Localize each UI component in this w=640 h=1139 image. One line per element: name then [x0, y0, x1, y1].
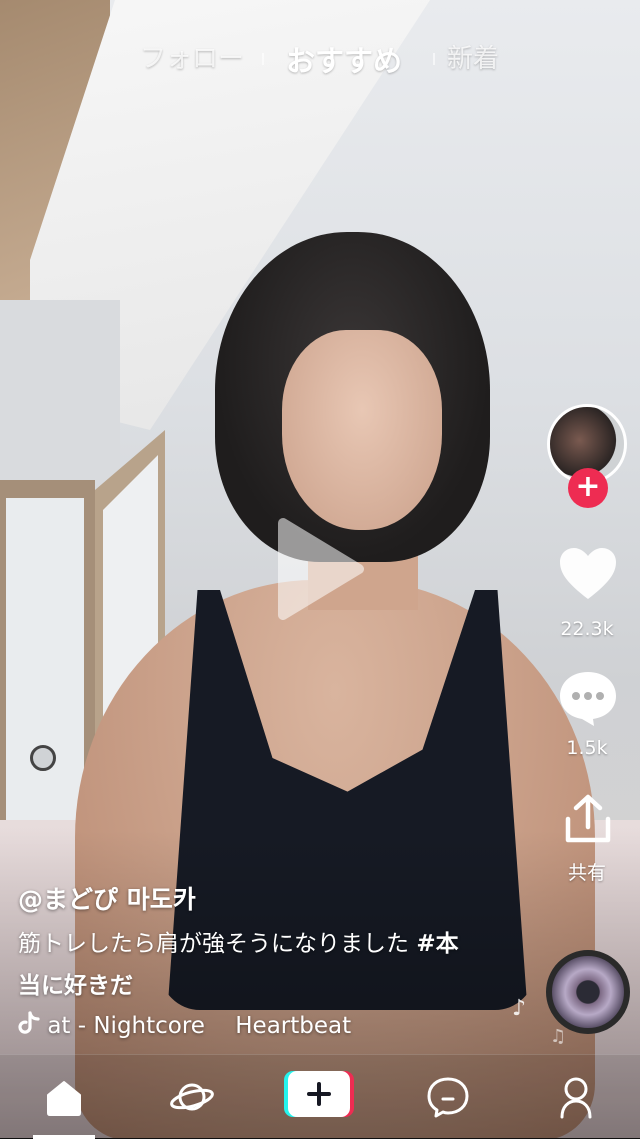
home-icon[interactable]: [42, 1075, 86, 1119]
tab-for-you[interactable]: おすすめ: [286, 38, 402, 80]
play-icon[interactable]: [275, 517, 365, 621]
creator-username[interactable]: @まどぴ 마도카: [18, 880, 196, 916]
share-label: 共有: [567, 862, 606, 884]
music-title: at - Nightcore Heartbeat: [47, 1013, 352, 1039]
music-info[interactable]: at - Nightcore Heartbeat: [18, 1006, 352, 1039]
music-disc[interactable]: [546, 950, 630, 1034]
person-face: [282, 330, 442, 530]
description-continued: 当に好きだ: [18, 973, 133, 999]
description-text: 筋トレしたら肩が強そうになりました: [18, 931, 409, 957]
heart-icon[interactable]: [557, 545, 619, 603]
bottom-nav: [0, 1054, 640, 1139]
video-description: 筋トレしたら肩が強そうになりました #本: [18, 924, 459, 958]
door-knob: [30, 745, 56, 771]
music-note-icon: ♫: [550, 1026, 567, 1047]
like-count: 22.3k: [560, 618, 614, 640]
message-icon[interactable]: [426, 1075, 470, 1119]
music-note-icon: ♪: [512, 996, 527, 1021]
tab-following[interactable]: フォロー: [140, 38, 244, 75]
comment-count: 1.5k: [566, 737, 608, 759]
tab-new[interactable]: 新着: [447, 38, 499, 75]
person-icon[interactable]: [554, 1075, 598, 1119]
follow-button[interactable]: +: [568, 468, 608, 508]
create-button[interactable]: [284, 1071, 354, 1117]
planet-icon[interactable]: [170, 1075, 214, 1119]
tab-divider: [433, 53, 435, 65]
active-tab-indicator: [33, 1135, 95, 1139]
comment-icon[interactable]: [557, 668, 619, 728]
hashtag-link[interactable]: #本: [416, 931, 458, 957]
tab-divider: [262, 53, 264, 65]
top-feed-tabs: フォロー おすすめ 新着: [0, 38, 640, 78]
share-icon[interactable]: [562, 793, 614, 845]
tiktok-note-icon: [18, 1011, 40, 1034]
